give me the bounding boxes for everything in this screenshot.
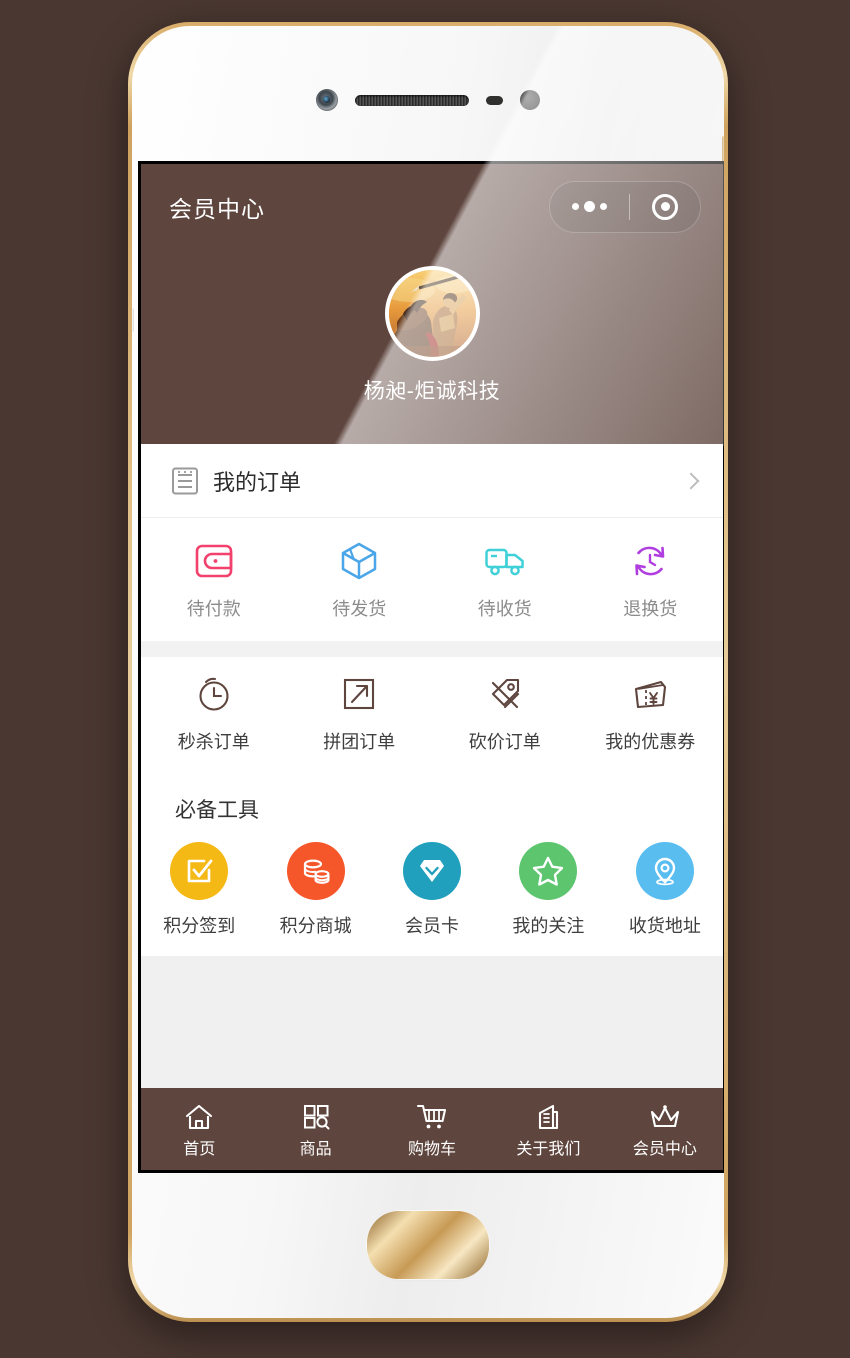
tool-points-mall[interactable]: 积分商城 [257, 842, 373, 938]
avatar-warrior-horse [388, 270, 476, 357]
order-status-label: 待付款 [186, 599, 241, 619]
order-type-label: 砍价订单 [468, 732, 541, 752]
tool-shipping-address[interactable]: 收货地址 [607, 842, 723, 938]
coupon-yen-icon [630, 673, 670, 715]
tab-label: 关于我们 [516, 1141, 581, 1158]
tab-home[interactable]: 首页 [141, 1099, 257, 1159]
crown-icon [649, 1099, 681, 1131]
my-orders-label: 我的订单 [213, 469, 302, 495]
tool-label: 积分签到 [163, 916, 236, 936]
order-types-row: 秒杀订单 拼团订单 砍价订单 我的优惠券 [141, 657, 723, 772]
truck-icon [484, 540, 526, 582]
tool-label: 收货地址 [628, 916, 701, 936]
refresh-icon [631, 540, 669, 582]
order-status-label: 待发货 [332, 599, 387, 619]
tab-label: 会员中心 [632, 1141, 697, 1158]
order-status-label: 待收货 [477, 599, 532, 619]
tool-label: 积分商城 [279, 916, 352, 936]
phone-sensor-bar [132, 83, 724, 117]
earpiece-speaker-icon [355, 94, 469, 106]
order-type-label: 拼团订单 [323, 732, 396, 752]
profile-banner: 杨昶-炬诚科技 [141, 249, 723, 444]
order-status-pending-receipt[interactable]: 待收货 [432, 540, 578, 621]
tab-label: 商品 [299, 1141, 332, 1158]
proximity-sensor-icon [486, 95, 503, 105]
order-list-icon [172, 467, 198, 494]
section-gap [141, 641, 723, 657]
app-viewport: 会员中心 杨昶-炬诚科技 我的订单 待付款 待发货 待收货 退换货 秒杀订单 拼… [141, 164, 723, 1170]
tool-points-checkin[interactable]: 积分签到 [141, 842, 257, 938]
tools-row: 积分签到 积分商城 会员卡 我的关注 收货地址 [141, 828, 723, 956]
phone-screen: 会员中心 杨昶-炬诚科技 我的订单 待付款 待发货 待收货 退换货 秒杀订单 拼… [138, 161, 724, 1173]
tab-about-us[interactable]: 关于我们 [490, 1099, 606, 1159]
avatar[interactable] [384, 266, 480, 361]
phone-device: 会员中心 杨昶-炬诚科技 我的订单 待付款 待发货 待收货 退换货 秒杀订单 拼… [128, 22, 728, 1322]
order-status-row: 待付款 待发货 待收货 退换货 [141, 518, 723, 641]
target-circle-icon[interactable] [652, 193, 678, 220]
tab-label: 购物车 [408, 1141, 457, 1158]
chevron-right-icon[interactable] [682, 472, 700, 489]
tab-cart[interactable]: 购物车 [374, 1099, 490, 1159]
order-type-label: 我的优惠券 [605, 732, 696, 752]
order-status-pending-shipment[interactable]: 待发货 [287, 540, 433, 621]
home-icon [184, 1099, 214, 1131]
front-camera-icon [316, 89, 338, 111]
coins-stack-icon [286, 842, 345, 900]
phone-body: 会员中心 杨昶-炬诚科技 我的订单 待付款 待发货 待收货 退换货 秒杀订单 拼… [132, 26, 724, 1318]
shopping-cart-icon [416, 1099, 448, 1131]
alarm-clock-icon [195, 673, 233, 715]
wechat-capsule-button[interactable] [549, 180, 701, 233]
arrow-box-icon [340, 673, 378, 715]
my-orders-row[interactable]: 我的订单 [141, 444, 723, 518]
diamond-icon [403, 842, 462, 900]
price-tag-icon [485, 673, 525, 715]
tool-member-card[interactable]: 会员卡 [374, 842, 490, 938]
checkbox-check-icon [170, 842, 229, 900]
order-status-returns[interactable]: 退换货 [578, 540, 724, 621]
home-button[interactable] [367, 1211, 489, 1279]
tool-label: 我的关注 [512, 916, 585, 936]
order-status-label: 退换货 [623, 599, 678, 619]
order-status-pending-payment[interactable]: 待付款 [141, 540, 287, 621]
light-sensor-icon [520, 90, 540, 110]
tool-label: 会员卡 [405, 916, 460, 936]
location-pin-icon [635, 842, 694, 900]
order-type-flash-sale[interactable]: 秒杀订单 [141, 673, 287, 754]
wallet-icon [194, 540, 234, 582]
star-icon [519, 842, 578, 900]
tab-products[interactable]: 商品 [257, 1099, 373, 1159]
more-dots-icon[interactable] [572, 201, 607, 212]
order-type-group-buy[interactable]: 拼团订单 [287, 673, 433, 754]
grid-search-icon [301, 1099, 331, 1131]
capsule-divider [629, 193, 630, 220]
order-type-bargain[interactable]: 砍价订单 [432, 673, 578, 754]
orders-card: 我的订单 待付款 待发货 待收货 退换货 [141, 444, 723, 641]
tool-my-favorites[interactable]: 我的关注 [490, 842, 606, 938]
order-types-card: 秒杀订单 拼团订单 砍价订单 我的优惠券 必备工具 积分签到 积分商城 会员卡 … [141, 657, 723, 956]
building-icon [534, 1099, 562, 1131]
app-header: 会员中心 [141, 164, 723, 249]
tab-label: 首页 [183, 1141, 216, 1158]
order-type-coupons[interactable]: 我的优惠券 [578, 673, 724, 754]
profile-name: 杨昶-炬诚科技 [363, 380, 501, 403]
box-icon [340, 540, 378, 582]
content-filler [141, 956, 723, 1088]
order-type-label: 秒杀订单 [177, 732, 250, 752]
page-title: 会员中心 [169, 195, 265, 222]
tools-section-title: 必备工具 [175, 799, 259, 822]
tab-member-center[interactable]: 会员中心 [607, 1099, 723, 1159]
bottom-tabbar: 首页 商品 购物车 关于我们 会员中心 [141, 1088, 723, 1170]
sim-tray [132, 308, 134, 332]
